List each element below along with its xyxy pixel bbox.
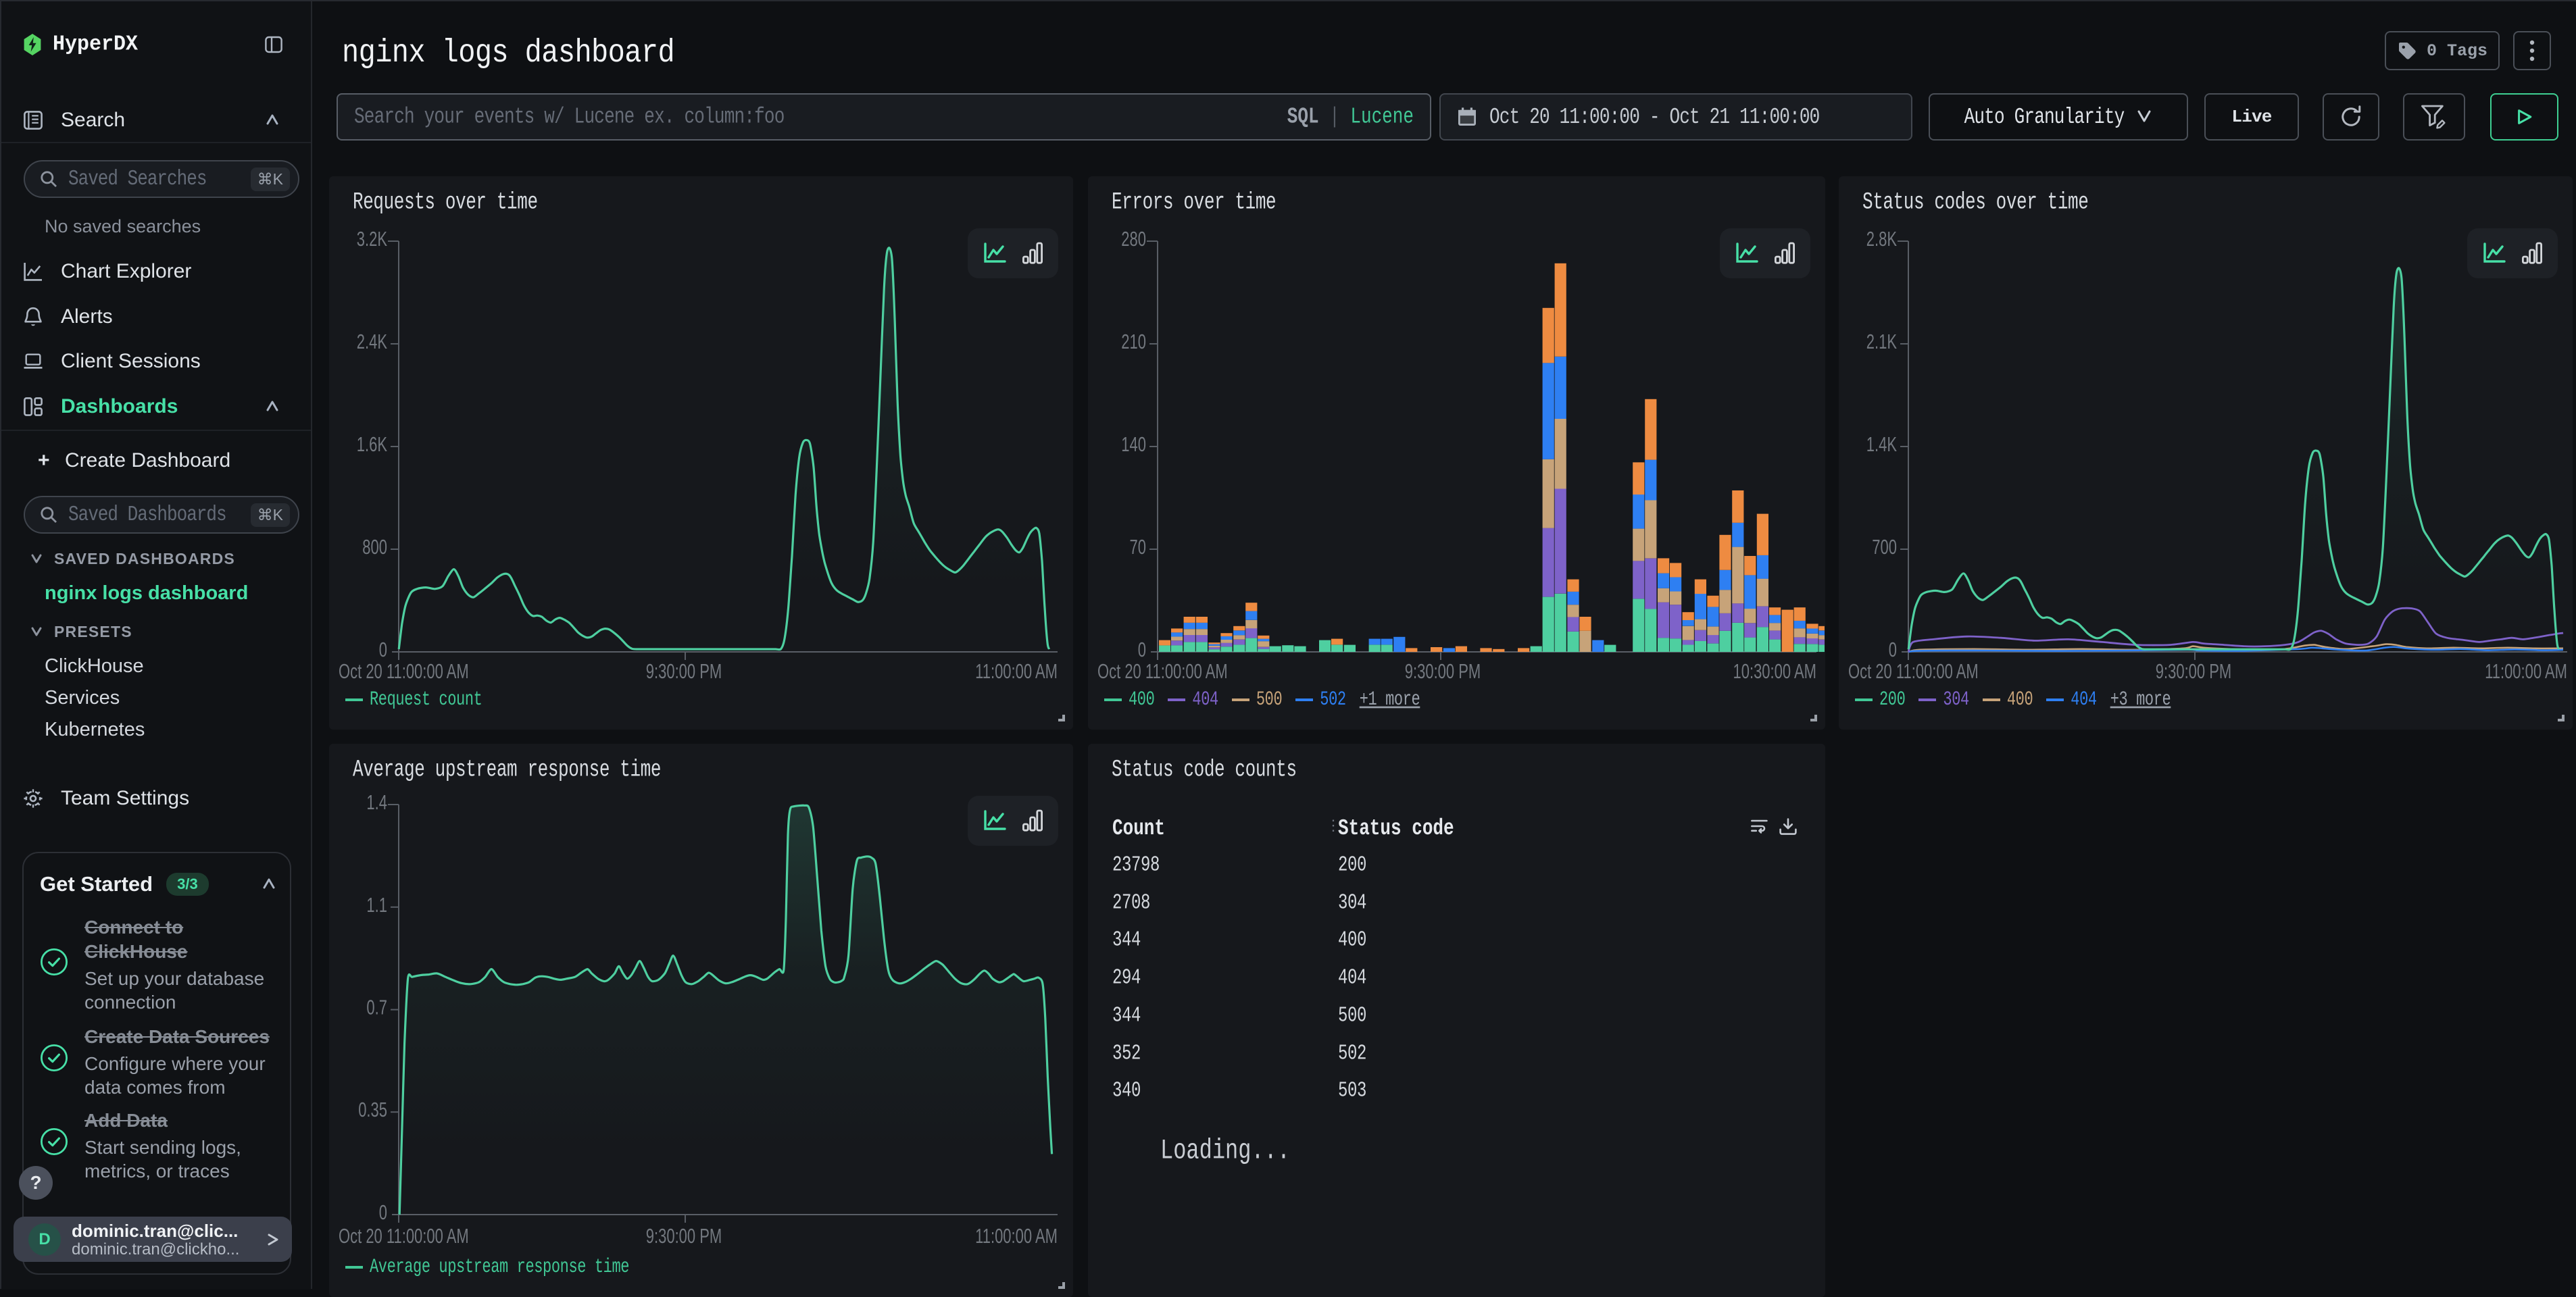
svg-text:Oct 20 11:00:00 AM: Oct 20 11:00:00 AM: [1848, 660, 1979, 683]
svg-text:1.4K: 1.4K: [1866, 433, 1898, 456]
svg-text:Oct 20 11:00:00 AM: Oct 20 11:00:00 AM: [339, 1225, 469, 1248]
svg-text:800: 800: [362, 536, 387, 559]
svg-text:0.35: 0.35: [358, 1098, 387, 1121]
svg-text:2.4K: 2.4K: [357, 330, 388, 353]
svg-text:70: 70: [1130, 536, 1146, 559]
svg-text:0: 0: [1889, 638, 1897, 661]
svg-text:0: 0: [379, 1201, 387, 1224]
svg-text:140: 140: [1121, 433, 1146, 456]
svg-text:Oct 20 11:00:00 AM: Oct 20 11:00:00 AM: [1097, 660, 1228, 683]
svg-text:0: 0: [1138, 638, 1146, 661]
svg-text:1.1: 1.1: [366, 893, 387, 916]
svg-text:2.8K: 2.8K: [1866, 228, 1898, 251]
svg-text:700: 700: [1872, 536, 1897, 559]
svg-text:1.4: 1.4: [366, 791, 387, 814]
svg-text:Oct 20 11:00:00 AM: Oct 20 11:00:00 AM: [339, 660, 469, 683]
svg-text:2.1K: 2.1K: [1866, 330, 1898, 353]
svg-text:1.6K: 1.6K: [357, 433, 388, 456]
svg-text:9:30:00 PM: 9:30:00 PM: [646, 660, 722, 683]
svg-text:0.7: 0.7: [366, 996, 387, 1019]
svg-text:11:00:00 AM: 11:00:00 AM: [2485, 660, 2567, 683]
svg-text:9:30:00 PM: 9:30:00 PM: [1405, 660, 1481, 683]
svg-text:10:30:00 AM: 10:30:00 AM: [1733, 660, 1816, 683]
svg-text:280: 280: [1121, 228, 1146, 251]
svg-text:0: 0: [379, 638, 387, 661]
svg-text:3.2K: 3.2K: [357, 228, 388, 251]
svg-text:11:00:00 AM: 11:00:00 AM: [975, 660, 1058, 683]
svg-text:11:00:00 AM: 11:00:00 AM: [975, 1225, 1058, 1248]
svg-text:210: 210: [1121, 330, 1146, 353]
svg-text:9:30:00 PM: 9:30:00 PM: [2156, 660, 2231, 683]
svg-text:9:30:00 PM: 9:30:00 PM: [646, 1225, 722, 1248]
